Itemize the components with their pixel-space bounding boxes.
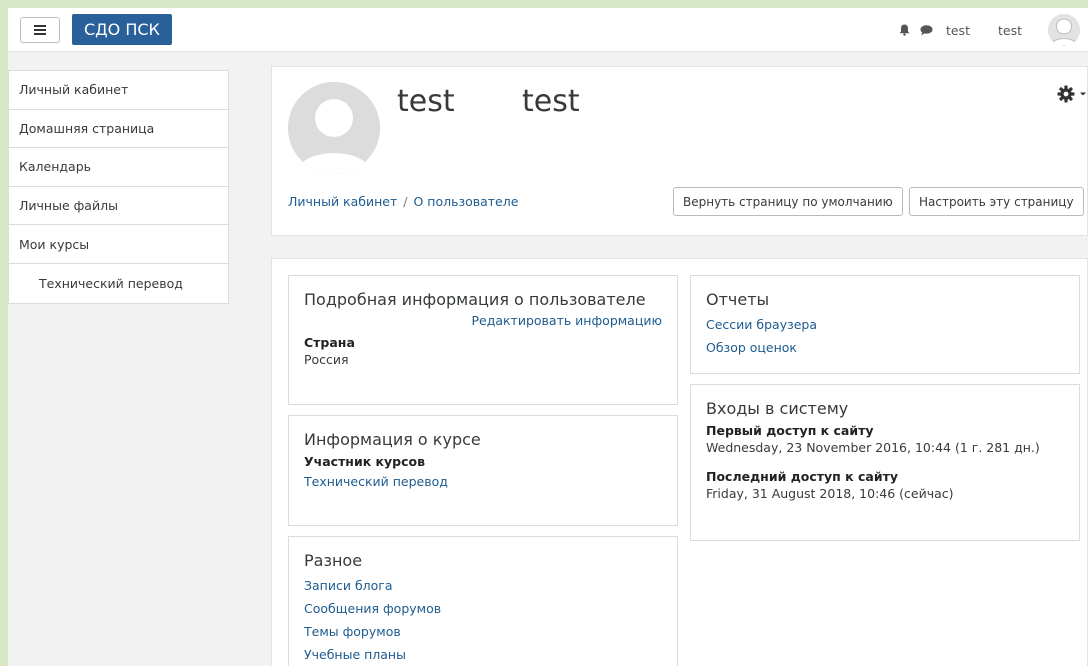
user-details-title: Подробная информация о пользователе — [304, 290, 646, 309]
sidebar-item-dashboard[interactable]: Личный кабинет — [9, 71, 228, 110]
miscellaneous-title: Разное — [304, 551, 363, 570]
gear-icon — [1057, 85, 1075, 103]
miscellaneous-block: Разное Записи блога Сообщения форумов Те… — [288, 536, 678, 666]
breadcrumb-profile-link[interactable]: О пользователе — [413, 194, 518, 209]
breadcrumb: Личный кабинет / О пользователе — [288, 194, 518, 209]
customize-page-button[interactable]: Настроить эту страницу — [909, 187, 1084, 216]
user-avatar-icon — [1048, 14, 1080, 46]
notifications-button[interactable] — [894, 8, 916, 52]
caret-down-icon — [1080, 92, 1086, 96]
top-navbar: СДО ПСК test test — [8, 8, 1088, 52]
last-access-value: Friday, 31 August 2018, 10:46 (сейчас) — [706, 486, 954, 501]
site-brand-link[interactable]: СДО ПСК — [72, 14, 172, 45]
user-nav: test test — [894, 8, 1088, 52]
login-activity-block: Входы в систему Первый доступ к сайту We… — [690, 384, 1080, 541]
messages-button[interactable] — [916, 8, 938, 52]
breadcrumb-separator: / — [403, 194, 408, 209]
edit-profile-link[interactable]: Редактировать информацию — [304, 313, 662, 328]
user-first-name[interactable]: test — [946, 23, 970, 38]
page-header: test test Личный кабинет / О пользовател… — [271, 66, 1088, 236]
first-access-label: Первый доступ к сайту — [706, 423, 874, 438]
sidebar-item-home[interactable]: Домашняя страница — [9, 110, 228, 149]
login-activity-title: Входы в систему — [706, 399, 849, 418]
forum-posts-link[interactable]: Сообщения форумов — [304, 597, 662, 620]
last-access-label: Последний доступ к сайту — [706, 469, 898, 484]
course-details-title: Информация о курсе — [304, 430, 481, 449]
first-access-value: Wednesday, 23 November 2016, 10:44 (1 г.… — [706, 440, 1040, 455]
sidebar-item-course-technical-translation[interactable]: Технический перевод — [9, 264, 228, 303]
page-settings-menu[interactable] — [1057, 85, 1087, 103]
menu-toggle-button[interactable] — [20, 17, 60, 43]
page-area: Личный кабинет Домашняя страница Календа… — [8, 52, 1088, 666]
sidebar-item-my-courses[interactable]: Мои курсы — [9, 225, 228, 264]
sidebar-item-calendar[interactable]: Календарь — [9, 148, 228, 187]
forum-discussions-link[interactable]: Темы форумов — [304, 620, 662, 643]
chat-bubble-icon — [920, 24, 933, 35]
user-avatar-icon — [288, 82, 380, 174]
browser-sessions-link[interactable]: Сессии браузера — [706, 313, 1064, 336]
user-menu-avatar[interactable] — [1048, 14, 1080, 46]
hamburger-icon — [34, 25, 46, 35]
profile-first-name: test — [397, 84, 455, 119]
reset-page-button[interactable]: Вернуть страницу по умолчанию — [673, 187, 903, 216]
reports-block: Отчеты Сессии браузера Обзор оценок — [690, 275, 1080, 374]
learning-plans-link[interactable]: Учебные планы — [304, 643, 662, 666]
sidebar-item-private-files[interactable]: Личные файлы — [9, 187, 228, 226]
bell-icon — [900, 24, 910, 36]
nav-drawer: Личный кабинет Домашняя страница Календа… — [8, 70, 229, 304]
user-details-block: Подробная информация о пользователе Реда… — [288, 275, 678, 405]
country-label: Страна — [304, 335, 355, 350]
profile-avatar — [288, 82, 380, 174]
course-link-technical-translation[interactable]: Технический перевод — [304, 470, 662, 493]
reports-title: Отчеты — [706, 290, 770, 309]
blog-entries-link[interactable]: Записи блога — [304, 574, 662, 597]
grades-overview-link[interactable]: Обзор оценок — [706, 336, 1064, 359]
course-participant-label: Участник курсов — [304, 454, 426, 469]
breadcrumb-dashboard-link[interactable]: Личный кабинет — [288, 194, 397, 209]
profile-main-region: Подробная информация о пользователе Реда… — [271, 258, 1088, 666]
user-last-name[interactable]: test — [998, 23, 1022, 38]
course-details-block: Информация о курсе Участник курсов Техни… — [288, 415, 678, 526]
country-value: Россия — [304, 352, 349, 367]
profile-last-name: test — [522, 84, 580, 119]
